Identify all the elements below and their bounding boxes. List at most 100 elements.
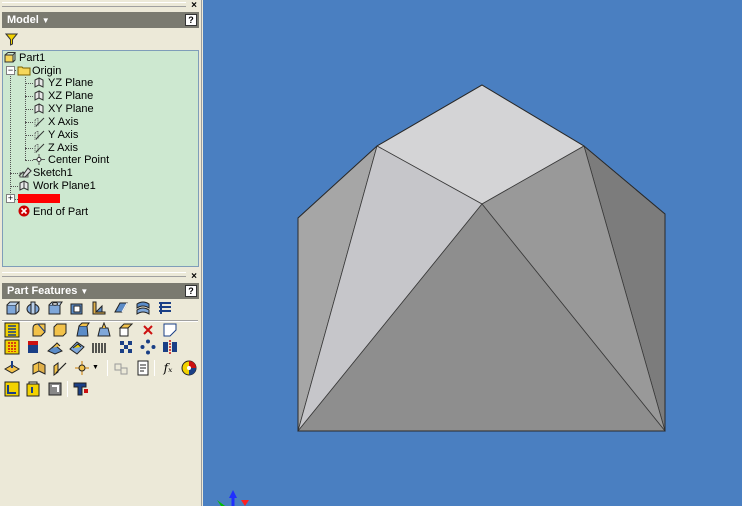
graphics-viewport[interactable] — [203, 0, 742, 506]
rectangular-pattern-icon[interactable] — [91, 339, 107, 355]
tree-item-label: XZ Plane — [48, 90, 94, 102]
tree-item-label: End of Part — [33, 206, 89, 218]
work-feature-icon[interactable] — [31, 360, 47, 376]
left-pane: × Model ▼ ? − + Part1 Origin YZ Plane XZ… — [0, 0, 202, 506]
rib-icon[interactable] — [91, 300, 107, 316]
panel-header: Part Features ▼ ? — [2, 283, 199, 299]
function-icon[interactable]: 𝑓ₓ — [160, 360, 176, 376]
part-icon — [4, 52, 17, 63]
derived-component-icon[interactable] — [69, 339, 85, 355]
dropdown-arrow-icon: ▼ — [41, 16, 50, 25]
promote-icon[interactable] — [113, 360, 129, 376]
tree-item-xz-plane[interactable]: XZ Plane — [33, 90, 93, 103]
mirror-icon[interactable] — [162, 339, 178, 355]
tree-item-label: Sketch1 — [33, 167, 73, 179]
panel-title: Part Features — [7, 285, 78, 297]
tree-item-label: Origin — [32, 65, 62, 77]
face-draft-icon[interactable] — [74, 322, 90, 338]
tree-item-label: Y Axis — [48, 129, 79, 141]
hole-icon[interactable] — [47, 300, 63, 316]
plane-icon — [33, 103, 45, 114]
tree-item-yz-plane[interactable]: YZ Plane — [33, 77, 93, 90]
tree-item-label: Work Plane1 — [33, 180, 96, 192]
decal-icon[interactable] — [25, 339, 41, 355]
browser-header: Model ▼ ? — [2, 12, 199, 28]
redaction-mark — [18, 194, 60, 203]
fillet-icon[interactable] — [31, 322, 47, 338]
replace-face-icon[interactable] — [162, 322, 178, 338]
panel-close-button[interactable]: × — [191, 272, 197, 282]
tree-item-xy-plane[interactable]: XY Plane — [33, 103, 94, 116]
copy-object-icon[interactable] — [73, 381, 89, 397]
axis-icon — [33, 116, 45, 128]
toolbar-row-5 — [4, 381, 200, 399]
folder-icon — [17, 65, 31, 76]
plane-icon — [33, 90, 45, 101]
browser-close-button[interactable]: × — [191, 1, 197, 11]
axis-icon — [33, 129, 45, 141]
browser-grip[interactable] — [2, 2, 186, 7]
browser-help-button[interactable]: ? — [185, 14, 197, 26]
revolve-icon[interactable] — [25, 300, 41, 316]
toolbar-row-3 — [4, 339, 200, 357]
toolbar-row-4: ▼ 𝑓ₓ — [4, 360, 200, 378]
work-plane-tool-icon[interactable] — [118, 322, 134, 338]
funnel-icon[interactable] — [4, 33, 19, 46]
ifeature-icon[interactable] — [25, 381, 41, 397]
point-icon — [33, 154, 45, 165]
sketch-icon — [18, 167, 32, 178]
tree-item-label: XY Plane — [48, 103, 94, 115]
toolbar-row-2 — [4, 322, 200, 340]
axis-icon — [33, 142, 45, 154]
view-triad-icon — [217, 490, 249, 506]
tree-item-part1[interactable]: Part1 — [4, 52, 45, 65]
insert-ifeature-icon[interactable] — [47, 381, 63, 397]
split-icon[interactable] — [96, 322, 112, 338]
tree-item-label: X Axis — [48, 116, 79, 128]
parameters-icon[interactable] — [135, 360, 151, 376]
tree-item-label: YZ Plane — [48, 77, 94, 89]
shell-icon[interactable] — [69, 300, 85, 316]
tree-item-label: Part1 — [19, 52, 46, 64]
circular-pattern-icon[interactable] — [140, 339, 156, 355]
create-ipart-icon[interactable] — [4, 381, 20, 397]
plane-icon — [33, 77, 45, 88]
browser-title-dropdown[interactable]: Model ▼ — [2, 12, 56, 28]
delete-face-icon[interactable] — [140, 322, 156, 338]
toolbar-separator — [67, 381, 68, 397]
loft-icon[interactable] — [113, 300, 129, 316]
end-of-part-icon — [18, 205, 30, 217]
tree-item-label: Z Axis — [48, 142, 78, 154]
tree-item-sketch1[interactable]: Sketch1 — [18, 167, 73, 180]
coil-icon[interactable] — [157, 300, 173, 316]
tree-item-x-axis[interactable]: X Axis — [33, 116, 79, 129]
panel-title-dropdown[interactable]: Part Features ▼ — [2, 283, 95, 299]
styles-icon[interactable] — [181, 360, 197, 376]
toolbar-separator — [154, 360, 155, 376]
sweep-icon[interactable] — [135, 300, 151, 316]
panel-help-button[interactable]: ? — [185, 285, 197, 297]
collapse-origin-toggle[interactable]: − — [6, 66, 15, 75]
work-point-dropdown-icon[interactable]: ▼ — [92, 360, 100, 376]
dropdown-arrow-icon: ▼ — [80, 287, 89, 296]
part-model-view — [217, 84, 666, 506]
panel-grip[interactable] — [2, 272, 186, 277]
toolbar-separator — [107, 360, 108, 376]
thread-icon[interactable] — [4, 322, 20, 338]
work-plane-icon[interactable] — [4, 360, 20, 376]
tree-item-end-of-part[interactable]: End of Part — [18, 205, 88, 218]
work-axis-icon[interactable] — [52, 360, 68, 376]
workplane-icon — [18, 180, 30, 191]
tree-item-y-axis[interactable]: Y Axis — [33, 129, 78, 142]
tree-item-work-plane1[interactable]: Work Plane1 — [18, 180, 96, 193]
emboss-icon[interactable] — [47, 339, 63, 355]
tree-item-label: Center Point — [48, 154, 110, 166]
tree-item-center-point[interactable]: Center Point — [33, 154, 109, 167]
thicken-icon[interactable] — [4, 339, 20, 355]
grid-pattern-icon[interactable] — [118, 339, 134, 355]
chamfer-icon[interactable] — [52, 322, 68, 338]
expand-feature-toggle[interactable]: + — [6, 194, 15, 203]
work-point-icon[interactable] — [74, 360, 90, 376]
extrude-icon[interactable] — [4, 300, 20, 316]
model-tree: − + Part1 Origin YZ Plane XZ Plane XY Pl… — [2, 50, 199, 267]
